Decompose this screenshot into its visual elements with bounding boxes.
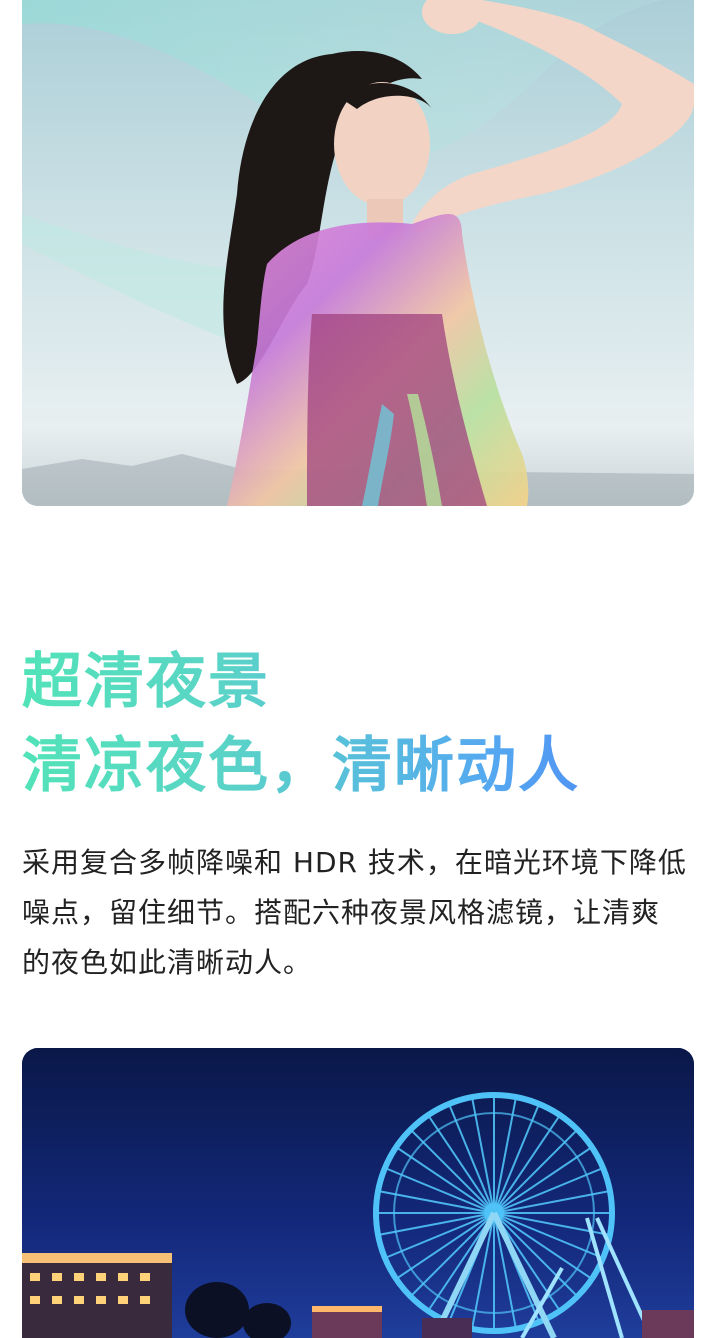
feature-description: 采用复合多帧降噪和 HDR 技术，在暗光环境下降低噪点，留住细节。搭配六种夜景风… xyxy=(22,846,687,979)
feature-title: 超清夜景 xyxy=(22,640,687,724)
portrait-photo xyxy=(22,0,694,506)
feature-subtitle: 清凉夜色，清晰动人 xyxy=(22,724,687,808)
night-ferris-wheel-photo xyxy=(22,1048,694,1338)
feature-section: 超清夜景 清凉夜色，清晰动人 采用复合多帧降噪和 HDR 技术，在暗光环境下降低… xyxy=(22,640,687,988)
